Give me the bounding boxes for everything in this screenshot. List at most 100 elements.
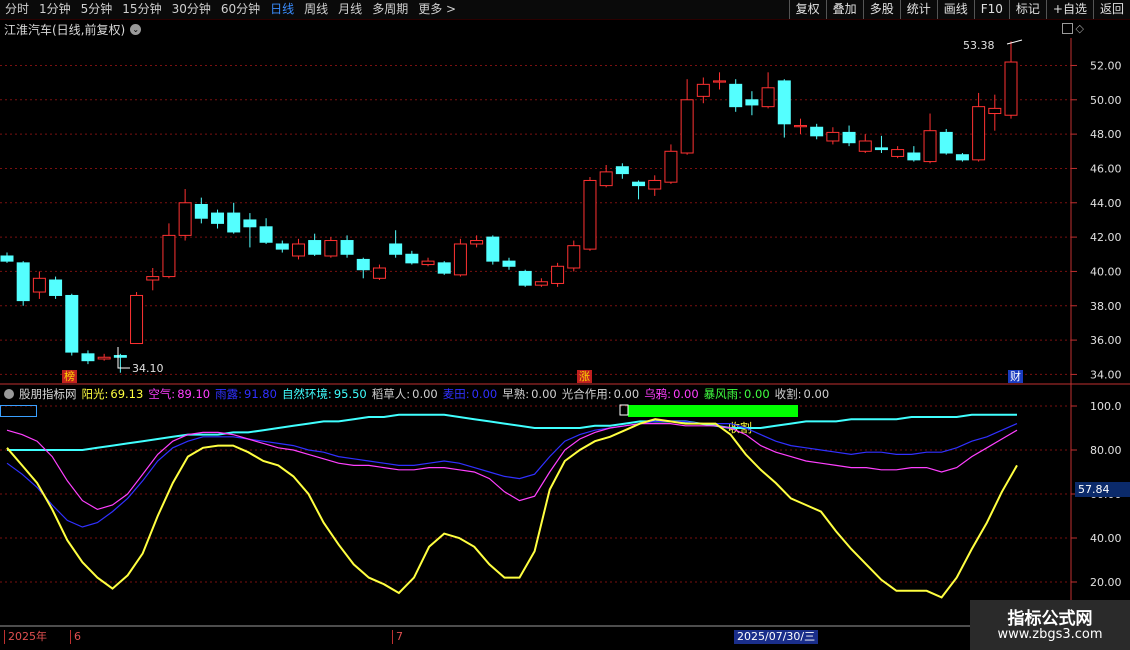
candle-body xyxy=(648,179,662,190)
candle xyxy=(405,250,419,265)
indicator-tick-label: 40.00 xyxy=(1090,532,1122,545)
candle-body xyxy=(907,152,921,161)
badge-finance[interactable]: 财 xyxy=(1008,370,1023,383)
indicator-item-8: 乌鸦: 0.00 xyxy=(644,386,698,402)
candle-body xyxy=(632,181,646,187)
candle xyxy=(777,79,791,138)
candle xyxy=(486,235,500,265)
badge-rise[interactable]: 涨 xyxy=(577,370,592,383)
candle-body xyxy=(972,106,986,161)
candle-body xyxy=(65,294,79,353)
candle xyxy=(113,353,127,373)
badge-rank[interactable]: 榜 xyxy=(62,370,77,383)
candle xyxy=(907,146,921,162)
indicator-item-1: 空气: 89.10 xyxy=(148,386,210,402)
candle xyxy=(923,113,937,164)
indicator-item-label: 光合作用: xyxy=(561,387,612,401)
indicator-item-label: 稻草人: xyxy=(371,387,411,401)
indicator-legend: 股朋指标网 阳光: 69.13 空气: 89.10 雨露: 91.80 自然环境: 95.50… xyxy=(4,386,834,402)
candle-body xyxy=(470,240,484,245)
indicator-item-label: 早熟: xyxy=(502,387,530,401)
indicator-item-label: 阳光: xyxy=(81,387,109,401)
price-tick-label: 34.00 xyxy=(1090,368,1122,381)
candle-body xyxy=(955,154,969,161)
indicator-item-value: 95.50 xyxy=(333,387,367,401)
price-axis: 52.00 50.00 48.00 46.00 44.00 42.00 40.00 38.00… xyxy=(1071,59,1122,381)
candle xyxy=(194,197,208,224)
indicator-item-9: 暴风雨: 0.00 xyxy=(704,386,770,402)
candle-body xyxy=(389,243,403,255)
indicator-item-value: 0.00 xyxy=(613,387,640,401)
candle-body xyxy=(518,270,532,286)
candle xyxy=(858,134,872,153)
indicator-item-label: 乌鸦: xyxy=(644,387,672,401)
candle-body xyxy=(130,294,144,345)
date-month-6: 6 xyxy=(70,630,81,644)
indicator-item-label: 雨露: xyxy=(215,387,242,401)
indicator-item-10: 收割: 0.00 xyxy=(775,386,829,402)
price-tick-label: 52.00 xyxy=(1090,59,1122,72)
candle-body xyxy=(615,166,629,175)
candle-body xyxy=(453,243,467,276)
candle xyxy=(243,213,257,248)
high-pointer xyxy=(1006,39,1023,45)
price-tick-label: 44.00 xyxy=(1090,197,1122,210)
candle xyxy=(534,278,548,287)
indicator-item-7: 光合作用: 0.00 xyxy=(562,386,639,402)
indicator-line-2 xyxy=(6,420,1018,528)
candle-body xyxy=(49,279,63,296)
price-tick-label: 42.00 xyxy=(1090,231,1122,244)
candle xyxy=(437,261,451,275)
indicator-item-value: 0.00 xyxy=(471,387,498,401)
candle xyxy=(162,223,176,279)
candle-body xyxy=(696,83,710,97)
candle xyxy=(955,153,969,162)
candle-body xyxy=(194,203,208,219)
candle-body xyxy=(891,149,905,157)
candle-body xyxy=(146,276,160,281)
candle-body xyxy=(761,87,775,108)
candle-body xyxy=(534,281,548,286)
candle-body xyxy=(858,140,872,152)
indicator-tick-label: 80.00 xyxy=(1090,444,1122,457)
candle-body xyxy=(113,355,127,358)
indicator-menu-icon[interactable] xyxy=(4,389,14,399)
high-label: 53.38 xyxy=(963,39,995,52)
candle xyxy=(227,202,241,234)
candle xyxy=(567,240,581,272)
indicator-item-value: 0.00 xyxy=(803,387,830,401)
candle-body xyxy=(421,260,435,266)
indicator-item-value: 69.13 xyxy=(110,387,144,401)
low-label: 34.10 xyxy=(132,362,164,375)
candle-body xyxy=(583,179,597,250)
candle xyxy=(713,72,727,90)
candle xyxy=(729,79,743,112)
selection-box xyxy=(0,405,37,417)
candle-body xyxy=(874,147,888,151)
indicator-item-value: 91.80 xyxy=(244,387,277,401)
candle xyxy=(761,72,775,109)
indicator-item-label: 麦田: xyxy=(442,387,470,401)
candle xyxy=(291,238,305,260)
candle xyxy=(745,91,759,116)
candle-body xyxy=(405,253,419,264)
candle-body xyxy=(340,240,354,255)
candle xyxy=(49,276,63,299)
candle-body xyxy=(599,171,613,187)
candle-body xyxy=(1004,61,1018,116)
candle-body xyxy=(308,240,322,255)
candle xyxy=(453,238,467,277)
indicator-name: 股朋指标网 xyxy=(19,387,77,401)
candle-body xyxy=(939,131,953,154)
candle xyxy=(0,252,14,263)
indicator-tick-label: 20.00 xyxy=(1090,576,1122,589)
indicator-item-value: 0.00 xyxy=(673,387,699,401)
candle-body xyxy=(162,234,176,278)
indicator-tick-label: 100.0 xyxy=(1090,400,1122,413)
indicator-item-4: 稻草人: 0.00 xyxy=(372,386,438,402)
candle xyxy=(16,261,30,306)
candle-body xyxy=(567,245,581,269)
candle-body xyxy=(680,99,694,154)
indicator-line-3 xyxy=(7,413,1017,451)
indicator-item-0: 阳光: 69.13 xyxy=(82,386,144,402)
